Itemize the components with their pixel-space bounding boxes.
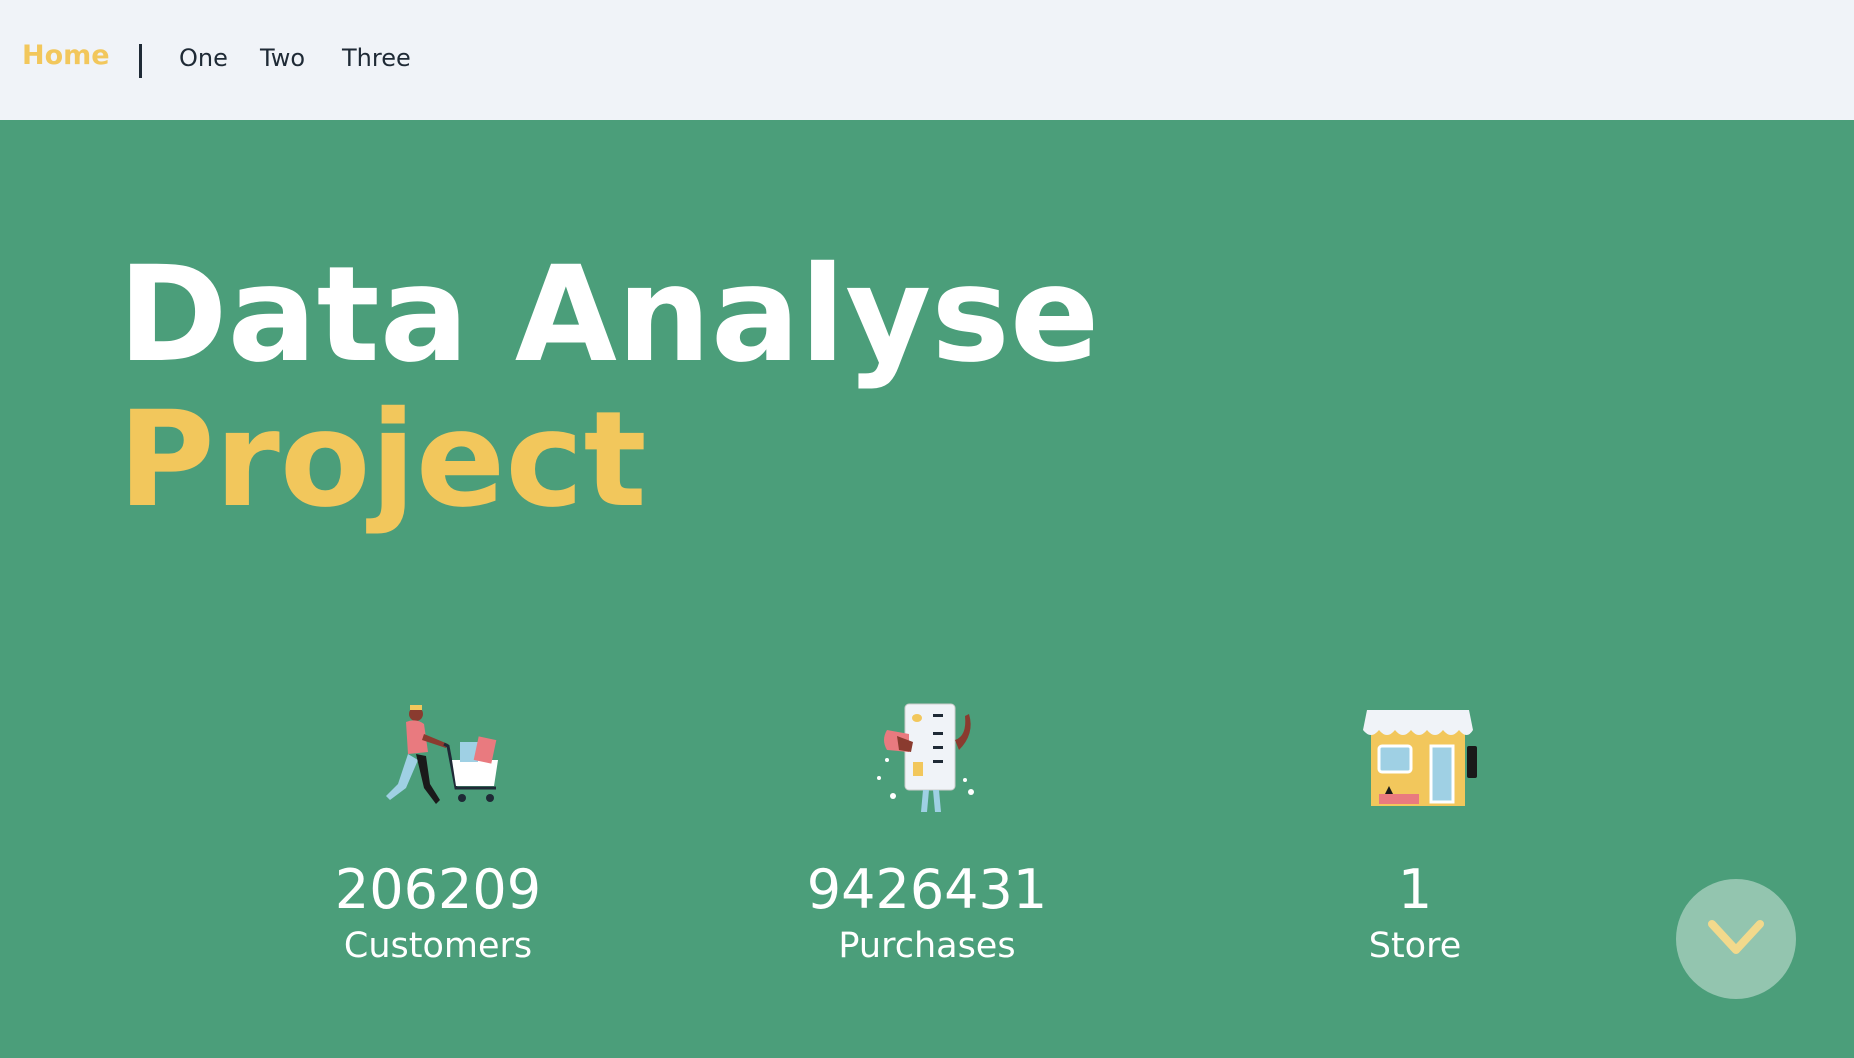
top-navbar: Home One Two Three xyxy=(0,0,1854,120)
stat-customers-label: Customers xyxy=(343,926,533,966)
shopping-cart-person-icon xyxy=(386,705,498,804)
nav-link-two[interactable]: Two xyxy=(260,44,305,72)
stat-store-value: 1 xyxy=(1397,858,1433,921)
nav-link-one[interactable]: One xyxy=(179,44,228,72)
page-title: Data Analyse xyxy=(118,238,1100,392)
stat-purchases: 9426431 Purchases xyxy=(777,700,1077,968)
nav-link-three[interactable]: Three xyxy=(342,44,411,72)
chevron-down-icon xyxy=(1708,920,1764,954)
stat-customers-value: 206209 xyxy=(334,858,542,921)
stat-purchases-value: 9426431 xyxy=(806,858,1048,921)
credit-card-person-icon xyxy=(877,703,974,812)
stat-store-label: Store xyxy=(1368,926,1462,966)
stat-customers: 206209 Customers xyxy=(288,700,588,968)
nav-divider xyxy=(139,44,142,78)
stat-purchases-label: Purchases xyxy=(838,926,1016,966)
storefront-icon xyxy=(1363,710,1477,806)
stat-store: 1 Store xyxy=(1265,700,1565,968)
hero-section: Data Analyse Project 206209 Customers 94… xyxy=(0,120,1854,1058)
nav-home-link[interactable]: Home xyxy=(22,40,110,71)
page-subtitle: Project xyxy=(118,383,647,537)
scroll-down-button[interactable] xyxy=(1676,879,1796,999)
